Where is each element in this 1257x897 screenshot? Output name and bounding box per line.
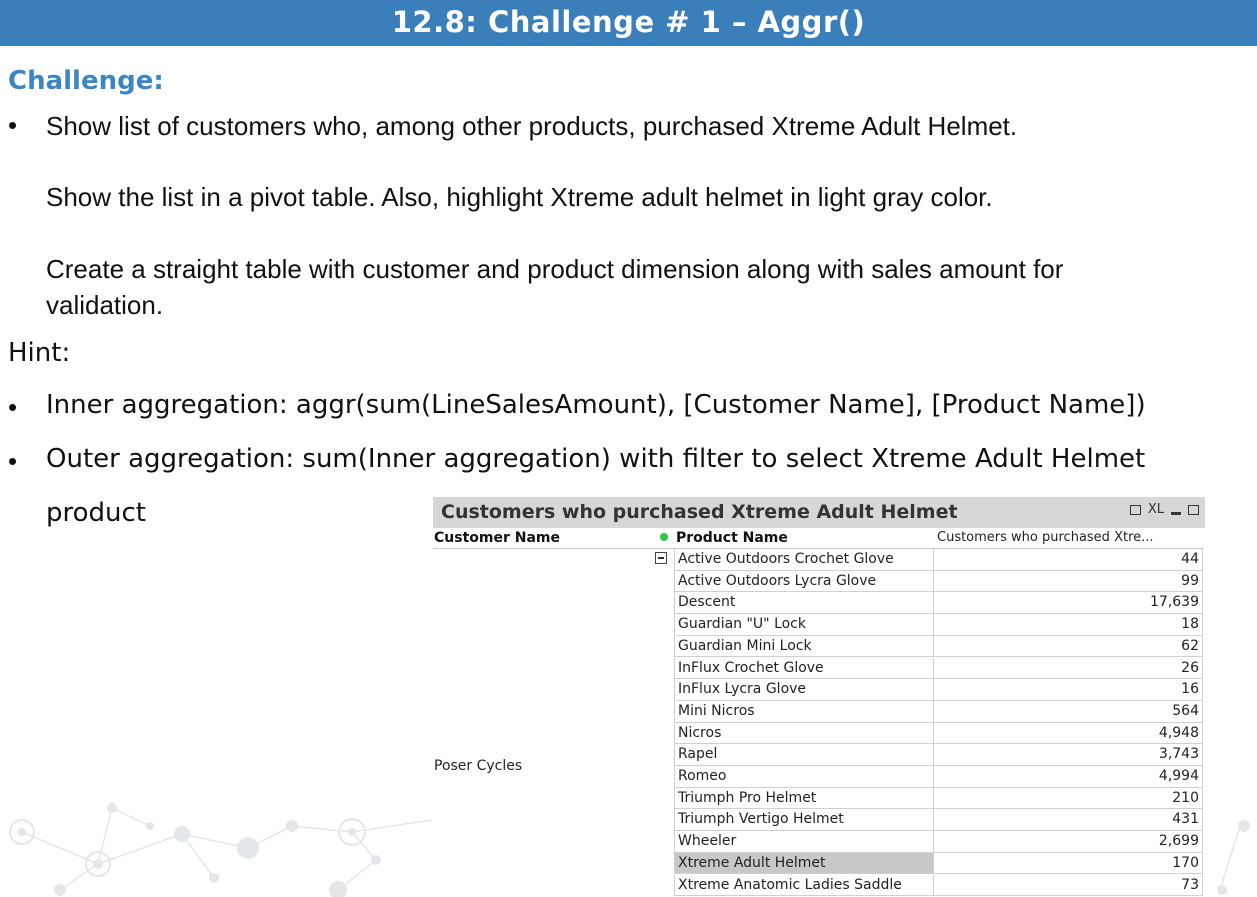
maximize-icon[interactable] (1188, 504, 1199, 515)
value-cell: 210 (934, 787, 1203, 810)
slide-title-banner: 12.8: Challenge # 1 – Aggr() (0, 0, 1257, 46)
bullet-marker: • (8, 446, 18, 476)
value-cell: 2,699 (934, 831, 1203, 853)
challenge-line-2: Show the list in a pivot table. Also, hi… (46, 182, 993, 212)
table-row: Rapel 3,743 (674, 744, 1203, 766)
pivot-table-caption[interactable]: Customers who purchased Xtreme Adult Hel… (433, 497, 1205, 528)
product-cell: Romeo (674, 766, 934, 788)
column-header-value[interactable]: Customers who purchased Xtre... (937, 528, 1203, 548)
product-cell: Guardian "U" Lock (674, 614, 934, 636)
table-row: Triumph Pro Helmet 210 (674, 787, 1203, 810)
bullet-marker: • (8, 110, 18, 140)
product-cell: Xtreme Anatomic Ladies Saddle (674, 874, 934, 897)
excel-xl-icon[interactable]: XL (1148, 502, 1164, 517)
value-cell: 18 (934, 614, 1203, 636)
collapse-toggle-icon[interactable] (655, 552, 667, 564)
product-cell: Triumph Pro Helmet (674, 787, 934, 810)
value-cell: 99 (934, 570, 1203, 593)
value-cell: 3,743 (934, 744, 1203, 766)
challenge-line-1: Show list of customers who, among other … (46, 111, 1018, 141)
value-cell: 26 (934, 657, 1203, 680)
value-cell: 431 (934, 809, 1203, 832)
product-cell: Descent (674, 592, 934, 615)
table-row: Guardian "U" Lock 18 (674, 614, 1203, 636)
bullet-marker: • (8, 392, 18, 422)
selection-dot-icon (660, 528, 674, 548)
table-row: Descent 17,639 (674, 592, 1203, 615)
product-cell: Wheeler (674, 831, 934, 853)
product-cell: InFlux Lycra Glove (674, 679, 934, 701)
value-cell: 564 (934, 700, 1203, 723)
table-row: InFlux Crochet Glove 26 (674, 657, 1203, 680)
value-cell: 17,639 (934, 592, 1203, 615)
table-row: Nicros 4,948 (674, 722, 1203, 745)
value-cell: 16 (934, 679, 1203, 701)
product-cell: Guardian Mini Lock (674, 635, 934, 658)
value-cell: 170 (934, 852, 1203, 875)
hint-heading: Hint: (8, 338, 71, 368)
product-cell: Active Outdoors Lycra Glove (674, 570, 934, 593)
product-cell: Rapel (674, 744, 934, 766)
value-cell: 4,948 (934, 722, 1203, 745)
hint-inner-aggregation: Inner aggregation: aggr(sum(LineSalesAmo… (46, 390, 1146, 420)
product-cell: InFlux Crochet Glove (674, 657, 934, 680)
slide-title: 12.8: Challenge # 1 – Aggr() (391, 5, 866, 39)
product-cell: Active Outdoors Crochet Glove (674, 549, 934, 571)
column-header-product[interactable]: Product Name (676, 528, 931, 548)
challenge-heading: Challenge: (8, 66, 164, 96)
print-icon[interactable] (1129, 504, 1141, 515)
table-row: Triumph Vertigo Helmet 431 (674, 809, 1203, 832)
table-row: Guardian Mini Lock 62 (674, 635, 1203, 658)
table-row: Mini Nicros 564 (674, 700, 1203, 723)
product-cell: Nicros (674, 722, 934, 745)
value-cell: 4,994 (934, 766, 1203, 788)
hint-outer-aggregation-cont: product (46, 498, 147, 528)
challenge-line-3: Create a straight table with customer an… (46, 254, 1064, 284)
product-cell: Triumph Vertigo Helmet (674, 809, 934, 832)
table-row: Active Outdoors Lycra Glove 99 (674, 570, 1203, 593)
pivot-table-object[interactable]: Customers who purchased Xtreme Adult Hel… (433, 497, 1205, 897)
table-row: InFlux Lycra Glove 16 (674, 679, 1203, 701)
column-header-customer[interactable]: Customer Name (434, 528, 672, 548)
table-row: Xtreme Anatomic Ladies Saddle 73 (674, 874, 1203, 897)
table-row: Wheeler 2,699 (674, 831, 1203, 853)
value-cell: 73 (934, 874, 1203, 897)
minimize-icon[interactable] (1171, 512, 1181, 515)
table-row: Active Outdoors Crochet Glove 44 (674, 549, 1203, 571)
pivot-table-title: Customers who purchased Xtreme Adult Hel… (441, 501, 958, 523)
challenge-line-4: validation. (46, 290, 164, 320)
customer-cell: Poser Cycles (434, 758, 523, 774)
product-cell: Mini Nicros (674, 700, 934, 723)
table-row: Romeo 4,994 (674, 766, 1203, 788)
table-row-highlighted: Xtreme Adult Helmet 170 (674, 852, 1203, 875)
hint-outer-aggregation: Outer aggregation: sum(Inner aggregation… (46, 444, 1146, 474)
value-cell: 62 (934, 635, 1203, 658)
product-cell: Xtreme Adult Helmet (674, 852, 934, 875)
value-cell: 44 (934, 549, 1203, 571)
